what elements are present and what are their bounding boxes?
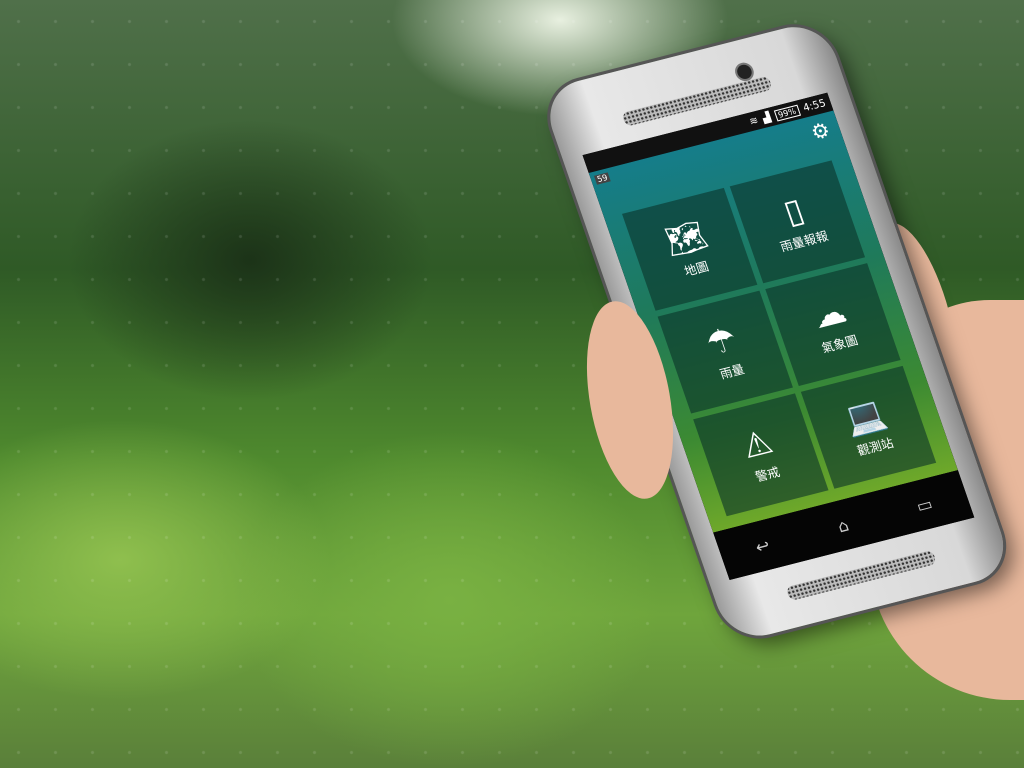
tile-label: 雨量: [717, 361, 747, 382]
back-button[interactable]: ↩: [753, 535, 773, 557]
map-pin-icon: 🗺: [659, 214, 713, 262]
umbrella-icon: ☂: [700, 318, 742, 364]
battery-indicator: 99%: [773, 104, 801, 122]
recents-button[interactable]: ▭: [914, 493, 935, 516]
rain-gauge-icon: ▯: [778, 189, 809, 232]
gear-icon[interactable]: ⚙: [807, 117, 833, 145]
wifi-icon: ≋: [747, 114, 760, 128]
tile-label: 雨量報報: [778, 228, 830, 254]
warning-icon: ⚠: [736, 421, 778, 466]
tile-label: 警戒: [753, 464, 782, 484]
notification-badge: 59: [593, 172, 611, 185]
cloud-icon: ☁: [806, 290, 852, 336]
clock: 4:55: [801, 97, 828, 114]
laptop-icon: 💻: [838, 392, 891, 440]
tile-label: 地圖: [682, 258, 711, 279]
home-button[interactable]: ⌂: [835, 515, 851, 536]
signal-icon: ▟: [760, 111, 773, 125]
